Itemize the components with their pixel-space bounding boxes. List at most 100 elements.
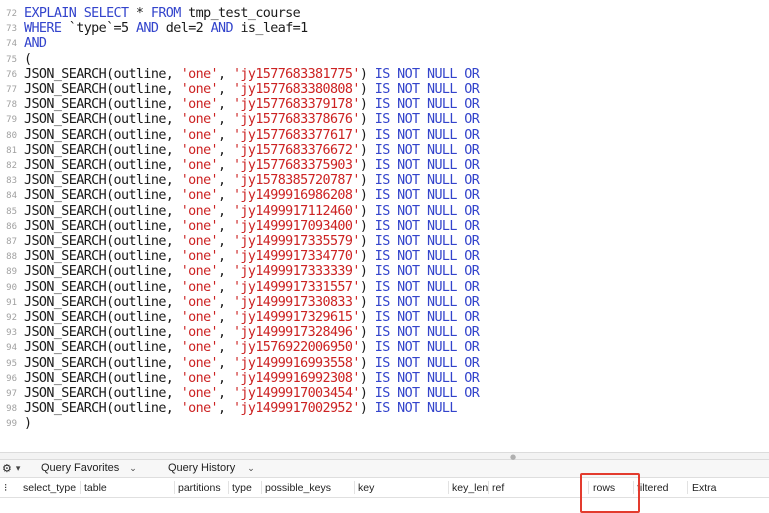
- sql-token: ): [359, 188, 375, 204]
- code-line[interactable]: JSON_SEARCH(outline, 'one', 'jy157838572…: [24, 173, 480, 189]
- code-line[interactable]: JSON_SEARCH(outline, 'one', 'jy149991700…: [24, 401, 457, 416]
- sql-token: ): [359, 355, 375, 371]
- code-line[interactable]: JSON_SEARCH(outline, 'one', 'jy157768338…: [24, 66, 480, 82]
- code-line[interactable]: JSON_SEARCH(outline, 'one', 'jy157768337…: [24, 97, 480, 113]
- sql-token: JSON_SEARCH(outline,: [24, 294, 181, 310]
- sql-token: ,: [218, 355, 233, 371]
- sql-string: 'jy1578385720787': [232, 173, 360, 189]
- col-type[interactable]: type: [232, 482, 252, 494]
- col-extra[interactable]: Extra: [692, 482, 717, 494]
- column-divider[interactable]: [261, 481, 262, 494]
- column-divider[interactable]: [80, 481, 81, 494]
- gear-menu-button[interactable]: ⚙ ▾: [2, 462, 20, 475]
- sql-token: ): [359, 234, 375, 249]
- sql-string: 'jy1499917329615': [232, 310, 360, 325]
- code-line[interactable]: JSON_SEARCH(outline, 'one', 'jy149991699…: [24, 370, 480, 386]
- col-partitions[interactable]: partitions: [178, 482, 221, 494]
- sql-keyword: IS NOT NULL OR: [374, 310, 480, 325]
- code-line[interactable]: JSON_SEARCH(outline, 'one', 'jy149991711…: [24, 203, 480, 219]
- code-line[interactable]: JSON_SEARCH(outline, 'one', 'jy149991733…: [24, 249, 480, 265]
- pane-splitter[interactable]: ●: [0, 452, 769, 461]
- sql-token: ): [359, 294, 375, 310]
- sql-keyword: IS NOT NULL OR: [374, 112, 480, 128]
- sql-string: 'one': [180, 66, 219, 82]
- code-line[interactable]: JSON_SEARCH(outline, 'one', 'jy149991709…: [24, 218, 480, 234]
- sql-keyword: IS NOT NULL OR: [374, 97, 480, 113]
- sql-token: JSON_SEARCH(outline,: [24, 97, 181, 113]
- code-line[interactable]: JSON_SEARCH(outline, 'one', 'jy157768337…: [24, 142, 480, 158]
- sql-token: *: [128, 6, 151, 21]
- sql-keyword: IS NOT NULL OR: [374, 249, 480, 265]
- code-line[interactable]: JSON_SEARCH(outline, 'one', 'jy157692200…: [24, 340, 480, 356]
- sql-string: 'jy1499916992308': [232, 370, 360, 386]
- column-divider[interactable]: [354, 481, 355, 494]
- sql-token: JSON_SEARCH(outline,: [24, 142, 181, 158]
- code-line[interactable]: JSON_SEARCH(outline, 'one', 'jy149991732…: [24, 310, 480, 325]
- code-line[interactable]: JSON_SEARCH(outline, 'one', 'jy149991700…: [24, 386, 480, 401]
- col-ref[interactable]: ref: [492, 482, 504, 494]
- column-divider[interactable]: [488, 481, 489, 494]
- column-divider[interactable]: [174, 481, 175, 494]
- query-history-button[interactable]: Query History ⌄: [168, 462, 255, 474]
- col-table[interactable]: table: [84, 482, 107, 494]
- code-line[interactable]: JSON_SEARCH(outline, 'one', 'jy157768337…: [24, 158, 480, 173]
- code-line[interactable]: (: [24, 51, 32, 67]
- col-key-len[interactable]: key_len: [452, 482, 488, 494]
- sql-string: 'jy1499916986208': [232, 188, 360, 204]
- sql-token: ,: [218, 370, 233, 386]
- sql-token: ,: [218, 173, 233, 189]
- sql-token: ): [24, 416, 32, 432]
- sql-token: JSON_SEARCH(outline,: [24, 203, 181, 219]
- column-divider[interactable]: [228, 481, 229, 494]
- sql-editor[interactable]: 72 EXPLAIN SELECT * FROM tmp_test_course 7…: [0, 0, 769, 452]
- code-line[interactable]: JSON_SEARCH(outline, 'one', 'jy157768337…: [24, 127, 480, 143]
- code-line[interactable]: JSON_SEARCH(outline, 'one', 'jy149991733…: [24, 234, 480, 249]
- sql-string: 'jy1499917002952': [232, 401, 360, 417]
- col-key[interactable]: key: [358, 482, 374, 494]
- code-line[interactable]: JSON_SEARCH(outline, 'one', 'jy149991699…: [24, 355, 480, 371]
- sql-token: JSON_SEARCH(outline,: [24, 401, 181, 417]
- sql-keyword: IS NOT NULL OR: [374, 203, 480, 219]
- sql-token: is_leaf=: [232, 21, 301, 37]
- sql-token: ,: [218, 112, 233, 128]
- code-line[interactable]: JSON_SEARCH(outline, 'one', 'jy149991733…: [24, 279, 480, 295]
- code-line[interactable]: JSON_SEARCH(outline, 'one', 'jy149991733…: [24, 294, 480, 310]
- sql-keyword: IS NOT NULL OR: [374, 234, 480, 249]
- sql-string: 'jy1499917331557': [232, 279, 360, 295]
- sql-keyword: IS NOT NULL OR: [374, 294, 480, 310]
- col-select-type[interactable]: select_type: [23, 482, 76, 494]
- sql-string: 'jy1576922006950': [232, 340, 360, 356]
- sql-token: ): [359, 173, 375, 189]
- line-number: 75: [6, 54, 17, 65]
- col-possible-keys[interactable]: possible_keys: [265, 482, 331, 494]
- code-line[interactable]: JSON_SEARCH(outline, 'one', 'jy157768338…: [24, 82, 480, 97]
- sql-keyword: IS NOT NULL OR: [374, 264, 480, 280]
- sql-token: JSON_SEARCH(outline,: [24, 127, 181, 143]
- sql-token: ): [359, 279, 375, 295]
- code-line[interactable]: JSON_SEARCH(outline, 'one', 'jy157768337…: [24, 112, 480, 128]
- code-line[interactable]: JSON_SEARCH(outline, 'one', 'jy149991733…: [24, 264, 480, 280]
- results-grid-first-row[interactable]: [0, 498, 769, 504]
- sql-keyword: IS NOT NULL OR: [374, 173, 480, 189]
- column-divider[interactable]: [687, 481, 688, 494]
- sql-string: 'one': [180, 310, 219, 325]
- sql-token: JSON_SEARCH(outline,: [24, 279, 181, 295]
- sql-token: (: [24, 51, 32, 67]
- sql-token: ): [359, 249, 375, 265]
- sql-keyword: IS NOT NULL OR: [374, 218, 480, 234]
- column-divider[interactable]: [448, 481, 449, 494]
- sql-token: ): [359, 340, 375, 356]
- row-marker: ⁝: [4, 482, 8, 494]
- col-filtered[interactable]: filtered: [637, 482, 669, 494]
- code-line[interactable]: EXPLAIN SELECT * FROM tmp_test_course: [24, 6, 301, 21]
- code-line[interactable]: AND: [24, 36, 47, 51]
- line-number: 95: [6, 358, 17, 369]
- sql-token: ): [359, 264, 375, 280]
- code-line[interactable]: WHERE `type`=5 AND del=2 AND is_leaf=1: [24, 21, 308, 36]
- code-line[interactable]: JSON_SEARCH(outline, 'one', 'jy149991732…: [24, 325, 480, 340]
- query-favorites-button[interactable]: Query Favorites ⌄: [41, 462, 137, 474]
- sql-token: ): [359, 386, 375, 401]
- code-line[interactable]: JSON_SEARCH(outline, 'one', 'jy149991698…: [24, 188, 480, 204]
- code-line[interactable]: ): [24, 416, 32, 432]
- sql-token: ): [359, 370, 375, 386]
